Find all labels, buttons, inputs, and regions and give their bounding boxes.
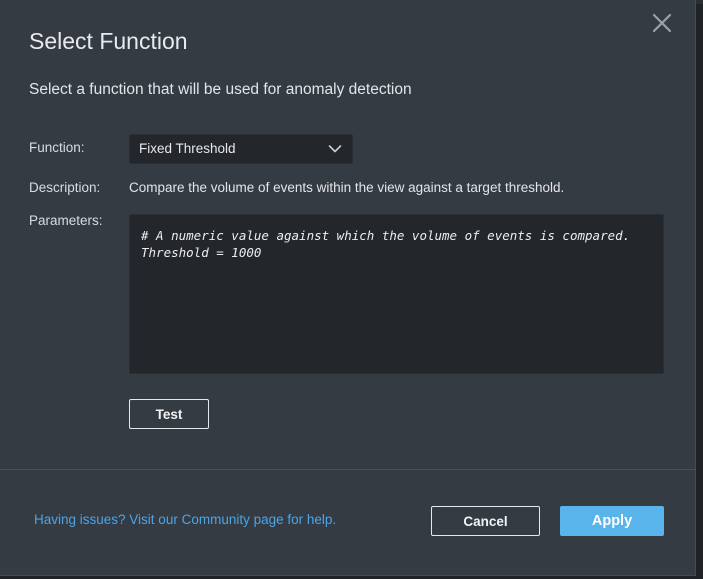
parameters-label: Parameters: [29,213,103,228]
community-help-link[interactable]: Having issues? Visit our Community page … [34,512,336,527]
dialog-subtitle: Select a function that will be used for … [29,81,412,98]
cancel-button[interactable]: Cancel [431,506,540,536]
function-label: Function: [29,140,85,155]
apply-button[interactable]: Apply [560,506,664,536]
select-function-dialog: Select Function Select a function that w… [0,0,696,576]
chevron-down-icon [328,145,342,153]
test-button[interactable]: Test [129,399,209,429]
function-select[interactable]: Fixed Threshold [129,134,353,164]
close-button[interactable] [649,10,675,36]
description-label: Description: [29,180,101,195]
parameters-editor[interactable] [129,214,664,374]
description-text: Compare the volume of events within the … [129,180,565,195]
footer-divider [0,469,696,470]
close-icon [652,13,672,33]
dialog-title: Select Function [29,28,188,54]
function-select-value: Fixed Threshold [139,141,236,156]
